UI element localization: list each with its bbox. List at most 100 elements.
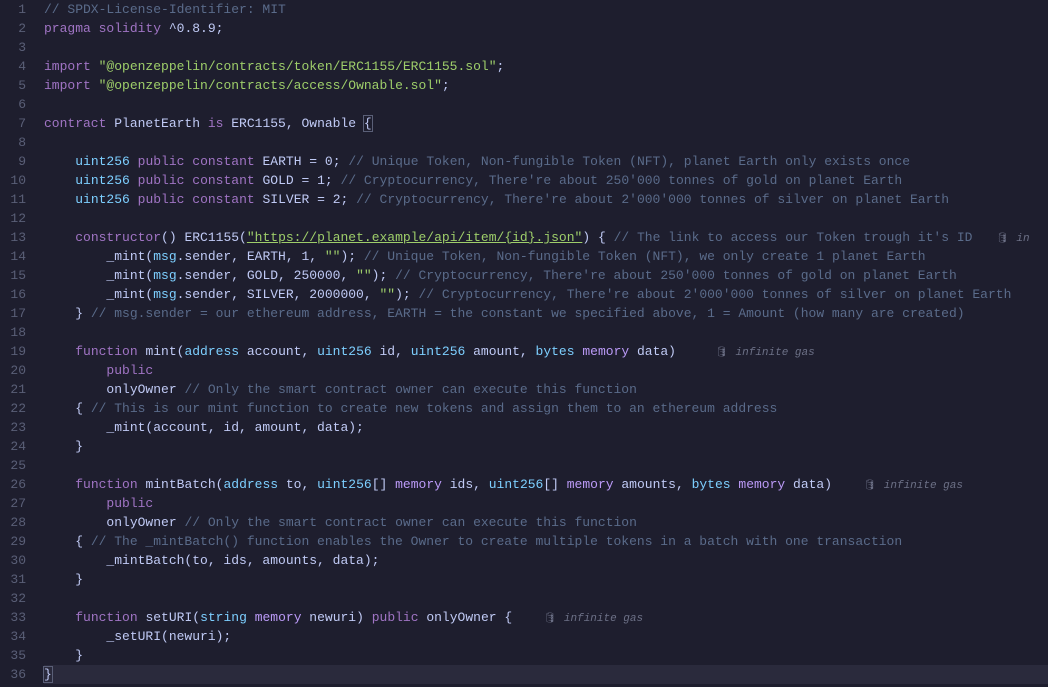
comment: // Only the smart contract owner can exe… — [184, 515, 636, 530]
line-number: 12 — [8, 209, 26, 228]
code-line[interactable]: } — [44, 570, 1048, 589]
line-number: 14 — [8, 247, 26, 266]
comment: // The link to access our Token trough i… — [614, 230, 973, 245]
modifier: memory — [567, 477, 614, 492]
code-area[interactable]: // SPDX-License-Identifier: MIT pragma s… — [40, 0, 1048, 687]
text: _setURI(newuri); — [44, 629, 231, 644]
line-number: 16 — [8, 285, 26, 304]
code-line[interactable]: } — [44, 646, 1048, 665]
code-line[interactable]: { // The _mintBatch() function enables t… — [44, 532, 1048, 551]
text: { — [44, 534, 91, 549]
text: ; — [497, 59, 505, 74]
text: to, — [278, 477, 317, 492]
keyword: constructor — [75, 230, 161, 245]
code-line[interactable]: constructor() ERC1155("https://planet.ex… — [44, 228, 1048, 247]
line-number: 9 — [8, 152, 26, 171]
text: amount, — [465, 344, 535, 359]
text: onlyOwner — [44, 515, 184, 530]
code-line[interactable]: _setURI(newuri); — [44, 627, 1048, 646]
comment: // Cryptocurrency, There're about 2'000'… — [418, 287, 1011, 302]
keyword: constant — [192, 173, 254, 188]
code-line[interactable]: public — [44, 361, 1048, 380]
code-line[interactable] — [44, 456, 1048, 475]
gas-icon: 🛢 — [543, 614, 556, 625]
comment: // Cryptocurrency, There're about 250'00… — [341, 173, 903, 188]
line-number: 32 — [8, 589, 26, 608]
text: ^0.8.9; — [161, 21, 223, 36]
code-line[interactable]: } // msg.sender = our ethereum address, … — [44, 304, 1048, 323]
code-line[interactable]: // SPDX-License-Identifier: MIT — [44, 0, 1048, 19]
code-line[interactable]: uint256 public constant GOLD = 1; // Cry… — [44, 171, 1048, 190]
code-line[interactable]: _mint(account, id, amount, data); — [44, 418, 1048, 437]
code-line[interactable]: _mint(msg.sender, SILVER, 2000000, ""); … — [44, 285, 1048, 304]
type: address — [223, 477, 278, 492]
text: { — [44, 401, 91, 416]
line-number: 36 — [8, 665, 26, 684]
code-line[interactable]: uint256 public constant SILVER = 2; // C… — [44, 190, 1048, 209]
string: "" — [356, 268, 372, 283]
code-line[interactable]: function mint(address account, uint256 i… — [44, 342, 1048, 361]
text: mintBatch( — [138, 477, 224, 492]
code-line[interactable] — [44, 95, 1048, 114]
string: "@openzeppelin/contracts/token/ERC1155/E… — [99, 59, 497, 74]
type: bytes — [536, 344, 575, 359]
line-number: 2 — [8, 19, 26, 38]
code-line[interactable]: } — [44, 437, 1048, 456]
code-line[interactable]: function setURI(string memory newuri) pu… — [44, 608, 1048, 627]
text: _mint( — [44, 287, 153, 302]
line-number: 17 — [8, 304, 26, 323]
keyword: import — [44, 78, 91, 93]
code-line[interactable] — [44, 589, 1048, 608]
text: [] — [372, 477, 395, 492]
line-number: 7 — [8, 114, 26, 133]
code-line[interactable] — [44, 38, 1048, 57]
keyword: public — [372, 610, 419, 625]
contract-name: PlanetEarth — [106, 116, 207, 131]
line-number: 29 — [8, 532, 26, 551]
line-number: 18 — [8, 323, 26, 342]
msg: msg — [153, 287, 176, 302]
comment: // The _mintBatch() function enables the… — [91, 534, 902, 549]
text: .sender, GOLD, 250000, — [177, 268, 356, 283]
code-line[interactable]: function mintBatch(address to, uint256[]… — [44, 475, 1048, 494]
code-line[interactable]: contract PlanetEarth is ERC1155, Ownable… — [44, 114, 1048, 133]
text: .sender, EARTH, 1, — [177, 249, 325, 264]
code-line[interactable] — [44, 209, 1048, 228]
code-line[interactable]: uint256 public constant EARTH = 0; // Un… — [44, 152, 1048, 171]
gas-icon: 🛢 — [996, 234, 1009, 245]
code-line[interactable] — [44, 323, 1048, 342]
code-line[interactable]: onlyOwner // Only the smart contract own… — [44, 513, 1048, 532]
text: data) — [785, 477, 832, 492]
string-url: "https://planet.example/api/item/{id}.js… — [247, 230, 582, 245]
line-number: 23 — [8, 418, 26, 437]
code-line-active[interactable]: } — [44, 665, 1048, 684]
keyword: solidity — [99, 21, 161, 36]
text: } — [44, 306, 91, 321]
line-number: 1 — [8, 0, 26, 19]
code-line[interactable] — [44, 133, 1048, 152]
keyword: public — [138, 173, 185, 188]
text: amounts, — [614, 477, 692, 492]
code-line[interactable]: import "@openzeppelin/contracts/token/ER… — [44, 57, 1048, 76]
code-line[interactable]: { // This is our mint function to create… — [44, 399, 1048, 418]
code-line[interactable]: public — [44, 494, 1048, 513]
line-number: 22 — [8, 399, 26, 418]
code-line[interactable]: pragma solidity ^0.8.9; — [44, 19, 1048, 38]
code-line[interactable]: _mint(msg.sender, GOLD, 250000, ""); // … — [44, 266, 1048, 285]
type: uint256 — [75, 154, 130, 169]
gas-hint: infinite gas — [884, 480, 963, 492]
line-number: 34 — [8, 627, 26, 646]
text: newuri) — [302, 610, 372, 625]
code-line[interactable]: _mintBatch(to, ids, amounts, data); — [44, 551, 1048, 570]
code-line[interactable]: import "@openzeppelin/contracts/access/O… — [44, 76, 1048, 95]
modifier: memory — [395, 477, 442, 492]
code-line[interactable]: onlyOwner // Only the smart contract own… — [44, 380, 1048, 399]
type: address — [184, 344, 239, 359]
line-number: 35 — [8, 646, 26, 665]
text: .sender, SILVER, 2000000, — [177, 287, 380, 302]
type: uint256 — [489, 477, 544, 492]
string: "" — [325, 249, 341, 264]
line-number: 8 — [8, 133, 26, 152]
gas-hint: in — [1016, 233, 1029, 245]
code-line[interactable]: _mint(msg.sender, EARTH, 1, ""); // Uniq… — [44, 247, 1048, 266]
